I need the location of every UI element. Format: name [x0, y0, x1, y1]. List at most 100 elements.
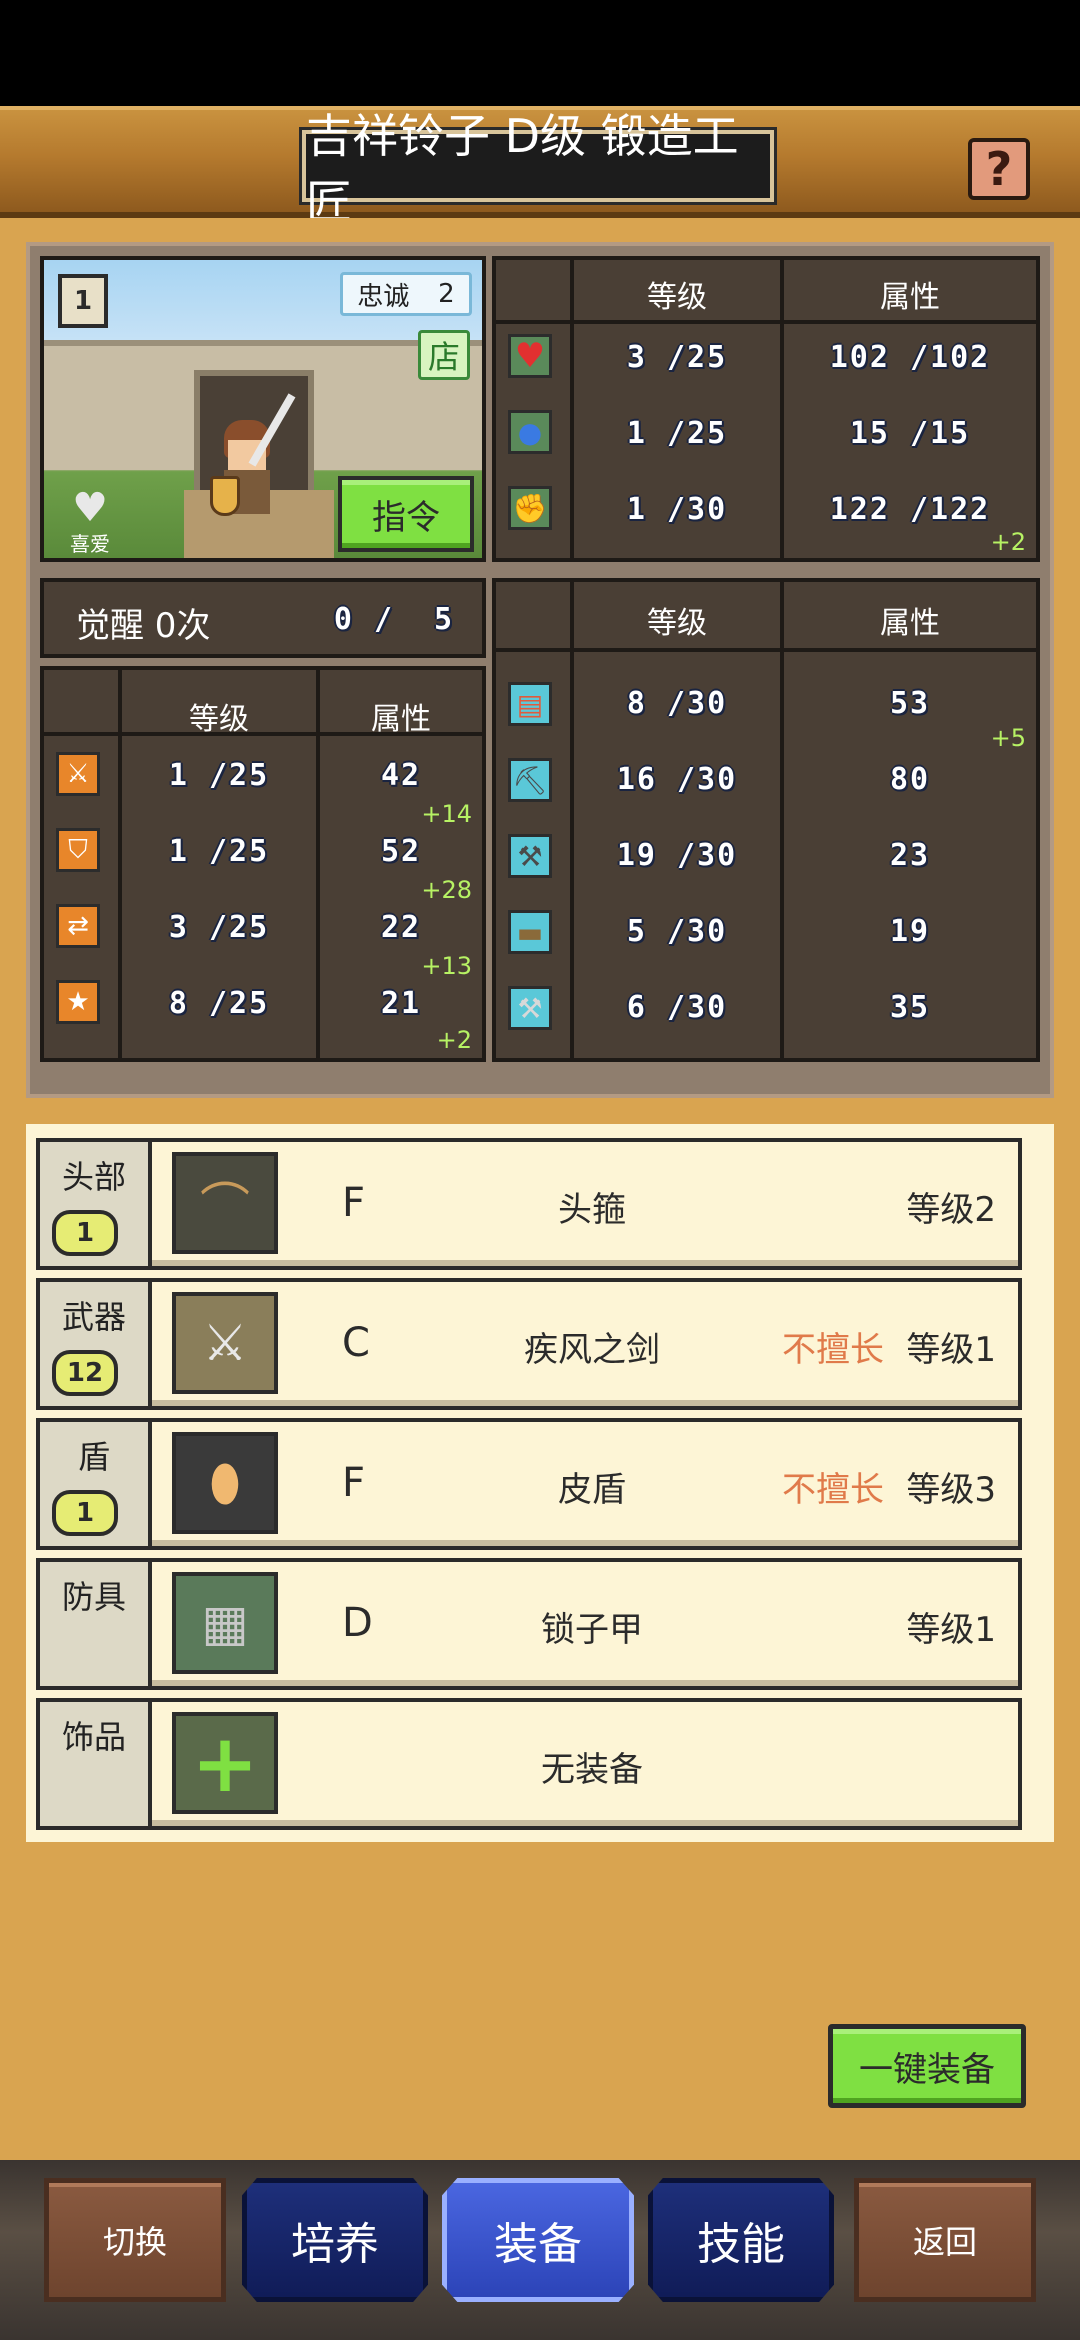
nav-skill-tab[interactable]: 技能	[648, 2178, 834, 2302]
vitals-level: 1 /30	[626, 492, 728, 527]
equip-item[interactable]: ▦ D 锁子甲 等级1	[148, 1558, 1022, 1690]
equip-row-head[interactable]: 头部 1 ⌒ F 头箍 等级2	[36, 1138, 1022, 1270]
combat-attr: 52	[380, 834, 422, 869]
like-label: 喜爱	[70, 532, 110, 556]
vitals-table: 等级 属性 ♥ 3 /25 102 /102 ● 1 /25 15 /15 ✊ …	[492, 256, 1040, 562]
crafting-bonus: +5	[990, 724, 1026, 752]
sword-item-icon: ⚔	[172, 1292, 278, 1394]
equip-slot: 头部 1	[36, 1138, 152, 1270]
loyalty-label: 忠诚	[357, 281, 410, 312]
crafting-level: 16 /30	[616, 762, 738, 797]
crafting-attr: 19	[889, 914, 931, 949]
pickaxe-icon: ⛏	[508, 758, 552, 802]
sword-icon: ⚔	[56, 752, 100, 796]
nav-back-button[interactable]: 返回	[854, 2178, 1036, 2302]
vitals-header-level: 等级	[647, 280, 707, 315]
book-icon: ▤	[508, 682, 552, 726]
muscle-icon: ✊	[508, 486, 552, 530]
combat-level: 8 /25	[168, 986, 270, 1021]
vitals-header-attr: 属性	[880, 280, 940, 315]
nav-train-tab[interactable]: 培养	[242, 2178, 428, 2302]
crafting-attr: 80	[889, 762, 931, 797]
equip-grade: F	[342, 1180, 366, 1226]
equip-grade: C	[342, 1320, 370, 1366]
nav-switch-label: 切换	[102, 2223, 167, 2261]
character-portrait: 1 忠诚 2 店 ♥ 喜爱 指令	[40, 256, 486, 562]
equip-level: 等级1	[906, 1610, 996, 1650]
like-button[interactable]: ♥ 喜爱	[58, 485, 122, 556]
equip-name: 头箍	[558, 1190, 626, 1230]
vitals-attr: 122 /122	[829, 492, 991, 527]
equip-slot-label: 武器	[61, 1298, 126, 1336]
one-key-equip-button[interactable]: 一键装备	[828, 2024, 1026, 2108]
plus-icon: +	[172, 1712, 278, 1814]
character-sprite	[202, 393, 296, 530]
nav-skill-label: 技能	[697, 2219, 785, 2270]
vitals-attr: 102 /102	[829, 340, 991, 375]
equip-grade: F	[342, 1460, 366, 1506]
combat-bonus: +13	[421, 952, 472, 980]
anvil-icon: ▬	[508, 910, 552, 954]
equip-slot: 武器 12	[36, 1278, 152, 1410]
command-button[interactable]: 指令	[338, 476, 474, 552]
page-title: 吉祥铃子 D级 锻造工匠	[302, 109, 774, 229]
awaken-label: 觉醒 0次	[76, 606, 211, 646]
equip-grade: D	[342, 1600, 373, 1646]
combat-header-level: 等级	[189, 702, 249, 737]
equip-item[interactable]: + 无装备	[148, 1698, 1022, 1830]
equip-slot: 饰品	[36, 1698, 152, 1830]
crafting-level: 6 /30	[626, 990, 728, 1025]
combat-attr: 21	[380, 986, 422, 1021]
vitals-level: 3 /25	[626, 340, 728, 375]
crafting-attr: 23	[889, 838, 931, 873]
equip-name: 疾风之剑	[524, 1330, 660, 1370]
help-button[interactable]: ?	[968, 138, 1030, 200]
crafting-header-level: 等级	[647, 606, 707, 641]
heart-outline-icon: ♥	[72, 485, 108, 531]
equip-row-weapon[interactable]: 武器 12 ⚔ C 疾风之剑 不擅长 等级1	[36, 1278, 1022, 1410]
equip-level: 等级3	[906, 1470, 996, 1510]
crafting-table: 等级 属性 ▤ 8 /30 53 +5 ⛏ 16 /30 80 ⚒ 19 /30…	[492, 578, 1040, 1062]
equip-slot-badge: 1	[52, 1490, 118, 1536]
equip-slot-badge: 12	[52, 1350, 118, 1396]
heart-icon: ♥	[508, 334, 552, 378]
equip-item[interactable]: ⚔ C 疾风之剑 不擅长 等级1	[148, 1278, 1022, 1410]
equip-name: 无装备	[541, 1750, 643, 1790]
nav-switch-button[interactable]: 切换	[44, 2178, 226, 2302]
star-icon: ★	[56, 980, 100, 1024]
equip-slot-label: 防具	[61, 1578, 126, 1616]
awaken-progress: 0 /	[333, 602, 395, 637]
nav-equip-tab[interactable]: 装备	[442, 2178, 634, 2302]
nav-equip-label: 装备	[494, 2219, 582, 2270]
combat-bonus: +2	[436, 1026, 472, 1054]
combat-table: 等级 属性 ⚔ 1 /25 42 +14 ⛉ 1 /25 52 +28 ⇄ 3 …	[40, 666, 486, 1062]
awaken-max: 5	[433, 602, 455, 637]
vitals-level: 1 /25	[626, 416, 728, 451]
nav-back-label: 返回	[912, 2223, 977, 2261]
equip-item[interactable]: ⬮ F 皮盾 不擅长 等级3	[148, 1418, 1022, 1550]
agility-icon: ⇄	[56, 904, 100, 948]
equip-row-armor[interactable]: 防具 ▦ D 锁子甲 等级1	[36, 1558, 1022, 1690]
equip-slot: 防具	[36, 1558, 152, 1690]
equip-weak: 不擅长	[782, 1470, 884, 1510]
card-icon: 1	[58, 274, 108, 328]
equip-name: 皮盾	[558, 1470, 626, 1510]
page-title-text: 吉祥铃子 D级 锻造工匠	[306, 109, 739, 229]
combat-level: 1 /25	[168, 758, 270, 793]
potion-icon: ●	[508, 410, 552, 454]
shovel-icon: ⚒	[508, 834, 552, 878]
equip-row-shield[interactable]: 盾 1 ⬮ F 皮盾 不擅长 等级3	[36, 1418, 1022, 1550]
loyalty-badge: 忠诚 2	[340, 272, 472, 316]
chainmail-icon: ▦	[172, 1572, 278, 1674]
crafting-attr: 53	[889, 686, 931, 721]
equip-item[interactable]: ⌒ F 头箍 等级2	[148, 1138, 1022, 1270]
equip-row-accessory[interactable]: 饰品 + 无装备	[36, 1698, 1022, 1830]
crafting-level: 5 /30	[626, 914, 728, 949]
shop-button[interactable]: 店	[418, 330, 470, 380]
combat-level: 1 /25	[168, 834, 270, 869]
hammer-icon: ⚒	[508, 986, 552, 1030]
command-label: 指令	[372, 497, 440, 538]
nav-train-label: 培养	[291, 2219, 379, 2270]
vitals-attr: 15 /15	[849, 416, 971, 451]
equip-level: 等级1	[906, 1330, 996, 1370]
